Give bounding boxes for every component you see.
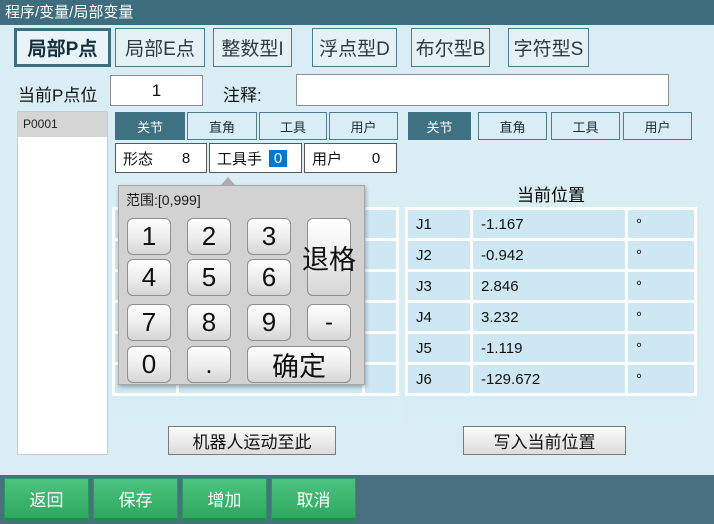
comment-label: 注释: bbox=[223, 86, 262, 105]
teach-pendant-screen: 程序/变量/局部变量 局部P点 局部E点 整数型I 浮点型D 布尔型B 字符型S… bbox=[0, 0, 714, 524]
joint-unit-cell: ° bbox=[628, 303, 694, 331]
tool-hand-field-value: 0 bbox=[269, 149, 287, 167]
key-4[interactable]: 4 bbox=[127, 259, 171, 296]
tool-hand-field-label: 工具手 bbox=[217, 150, 263, 168]
tab-label: 局部E点 bbox=[125, 39, 195, 60]
joint-unit-cell bbox=[365, 303, 396, 331]
table-row: J2 -0.942 ° bbox=[408, 241, 694, 269]
key-8[interactable]: 8 bbox=[187, 304, 231, 341]
joint-label-cell: J1 bbox=[408, 210, 470, 238]
table-row: J3 2.846 ° bbox=[408, 272, 694, 300]
coord-tab-cartesian-right[interactable]: 直角 bbox=[478, 112, 547, 140]
table-row: J4 3.232 ° bbox=[408, 303, 694, 331]
joint-unit-cell: ° bbox=[628, 365, 694, 393]
user-field-value: 0 bbox=[371, 149, 381, 167]
key-minus[interactable]: - bbox=[307, 304, 351, 341]
joint-unit-cell: ° bbox=[628, 272, 694, 300]
joint-value-cell: 3.232 bbox=[473, 303, 625, 331]
current-position-table: J1 -1.167 ° J2 -0.942 ° J3 2.846 ° J4 3.232 ° J5… bbox=[405, 207, 697, 396]
key-3[interactable]: 3 bbox=[247, 218, 291, 255]
coord-tab-tool-left[interactable]: 工具 bbox=[259, 112, 327, 140]
joint-label-cell: J3 bbox=[408, 272, 470, 300]
form-field[interactable]: 形态 8 bbox=[115, 143, 207, 173]
title-bar: 程序/变量/局部变量 bbox=[0, 0, 714, 25]
joint-value-cell: -129.672 bbox=[473, 365, 625, 393]
joint-value-cell: -0.942 bbox=[473, 241, 625, 269]
tab-label: 局部P点 bbox=[27, 39, 98, 60]
tab-local-p-point[interactable]: 局部P点 bbox=[14, 28, 111, 67]
popup-arrow-up-icon bbox=[221, 177, 235, 185]
key-backspace[interactable]: 退格 bbox=[302, 218, 356, 296]
joint-unit-cell: ° bbox=[628, 241, 694, 269]
tab-integer-i[interactable]: 整数型I bbox=[213, 28, 292, 67]
tab-label: 整数型I bbox=[221, 39, 284, 60]
key-6[interactable]: 6 bbox=[247, 259, 291, 296]
write-current-position-button[interactable]: 写入当前位置 bbox=[463, 426, 626, 455]
form-field-label: 形态 bbox=[123, 150, 154, 168]
joint-unit-cell: ° bbox=[628, 334, 694, 362]
add-button[interactable]: 增加 bbox=[182, 478, 267, 521]
tool-hand-field[interactable]: 工具手 0 bbox=[209, 143, 302, 173]
keypad-range-label: 范围:[0,999] bbox=[126, 192, 201, 208]
joint-unit-cell: ° bbox=[628, 210, 694, 238]
comment-input[interactable] bbox=[296, 74, 669, 106]
key-1[interactable]: 1 bbox=[127, 218, 171, 255]
table-row: J5 -1.119 ° bbox=[408, 334, 694, 362]
save-button[interactable]: 保存 bbox=[93, 478, 178, 521]
move-robot-here-button[interactable]: 机器人运动至此 bbox=[168, 426, 336, 455]
key-dot[interactable]: . bbox=[187, 346, 231, 383]
tab-local-e-point[interactable]: 局部E点 bbox=[115, 28, 205, 67]
list-item-p0001[interactable]: P0001 bbox=[18, 112, 107, 137]
current-point-label: 当前P点位 bbox=[18, 86, 98, 105]
joint-label-cell: J4 bbox=[408, 303, 470, 331]
form-field-value: 8 bbox=[181, 149, 191, 167]
table-row: J1 -1.167 ° bbox=[408, 210, 694, 238]
key-9[interactable]: 9 bbox=[247, 304, 291, 341]
joint-value-cell: 2.846 bbox=[473, 272, 625, 300]
user-field[interactable]: 用户 0 bbox=[304, 143, 397, 173]
tab-float-d[interactable]: 浮点型D bbox=[312, 28, 397, 67]
coord-tab-tool-right[interactable]: 工具 bbox=[551, 112, 620, 140]
coord-tab-joint-left[interactable]: 关节 bbox=[115, 112, 185, 140]
joint-value-cell: -1.119 bbox=[473, 334, 625, 362]
joint-unit-cell bbox=[365, 241, 396, 269]
tab-label: 字符型S bbox=[513, 39, 584, 60]
point-list: P0001 bbox=[17, 111, 108, 455]
coord-tab-joint-right[interactable]: 关节 bbox=[408, 112, 471, 140]
key-2[interactable]: 2 bbox=[187, 218, 231, 255]
tab-label: 浮点型D bbox=[319, 39, 390, 60]
current-position-title: 当前位置 bbox=[517, 186, 585, 205]
table-row: J6 -129.672 ° bbox=[408, 365, 694, 393]
joint-unit-cell bbox=[365, 334, 396, 362]
key-5[interactable]: 5 bbox=[187, 259, 231, 296]
tab-label: 布尔型B bbox=[415, 39, 486, 60]
joint-label-cell: J2 bbox=[408, 241, 470, 269]
joint-label-cell: J5 bbox=[408, 334, 470, 362]
joint-value-cell: -1.167 bbox=[473, 210, 625, 238]
coord-tab-user-left[interactable]: 用户 bbox=[329, 112, 398, 140]
key-confirm[interactable]: 确定 bbox=[247, 346, 351, 383]
joint-label-cell: J6 bbox=[408, 365, 470, 393]
coord-tab-cartesian-left[interactable]: 直角 bbox=[187, 112, 257, 140]
current-point-input[interactable] bbox=[110, 75, 203, 106]
joint-unit-cell bbox=[365, 365, 396, 393]
numeric-keypad-popup: 范围:[0,999] 1 2 3 退格 4 5 6 7 8 9 - 0 . 确定 bbox=[118, 185, 365, 385]
joint-unit-cell bbox=[365, 210, 396, 238]
breadcrumb: 程序/变量/局部变量 bbox=[5, 4, 134, 21]
key-7[interactable]: 7 bbox=[127, 304, 171, 341]
current-position-panel: J1 -1.167 ° J2 -0.942 ° J3 2.846 ° J4 3.232 ° J5… bbox=[405, 207, 697, 423]
key-0[interactable]: 0 bbox=[127, 346, 171, 383]
joint-unit-cell bbox=[365, 272, 396, 300]
bottom-bar: 返回 保存 增加 取消 bbox=[0, 475, 714, 524]
user-field-label: 用户 bbox=[312, 150, 343, 168]
coord-tab-user-right[interactable]: 用户 bbox=[623, 112, 692, 140]
back-button[interactable]: 返回 bbox=[4, 478, 89, 521]
tab-bool-b[interactable]: 布尔型B bbox=[411, 28, 490, 67]
tab-string-s[interactable]: 字符型S bbox=[508, 28, 589, 67]
cancel-button[interactable]: 取消 bbox=[271, 478, 356, 521]
